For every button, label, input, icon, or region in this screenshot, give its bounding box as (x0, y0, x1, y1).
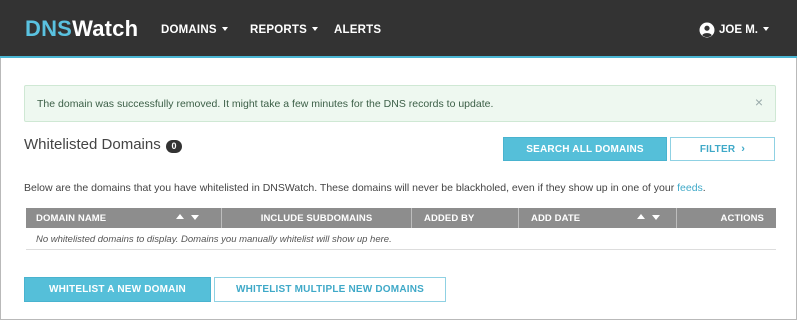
column-include-subdomains: INCLUDE SUBDOMAINS (222, 208, 412, 228)
sort-descending-icon[interactable] (191, 215, 199, 220)
sort-descending-icon[interactable] (652, 215, 660, 220)
user-circle-icon (699, 22, 715, 38)
feeds-link[interactable]: feeds (677, 182, 703, 194)
sort-icons (637, 214, 660, 220)
nav-domains[interactable]: DOMAINS (161, 24, 228, 36)
user-menu-underline (695, 56, 779, 58)
column-actions-label: ACTIONS (720, 212, 764, 224)
nav-reports-label: REPORTS (250, 24, 307, 36)
column-add-date[interactable]: ADD DATE (519, 208, 677, 228)
table-empty-row: No whitelisted domains to display. Domai… (26, 228, 776, 250)
column-add-date-label: ADD DATE (531, 212, 581, 224)
close-icon[interactable]: × (755, 95, 763, 109)
filter-label: FILTER (699, 143, 736, 155)
nav-alerts-label: ALERTS (334, 24, 382, 36)
alert-message: The domain was successfully removed. It … (37, 98, 494, 110)
column-domain-name[interactable]: DOMAIN NAME (26, 208, 222, 228)
column-actions: ACTIONS (677, 208, 776, 228)
search-all-domains-button[interactable]: SEARCH ALL DOMAINS (503, 137, 667, 161)
description-end: . (702, 182, 706, 194)
chevron-right-icon: › (741, 143, 746, 155)
filter-button[interactable]: FILTER › (670, 137, 775, 161)
user-menu[interactable]: JOE M. (699, 20, 769, 40)
brand-logo-text: Watch (72, 16, 139, 41)
chevron-down-icon (762, 27, 769, 31)
nav-reports[interactable]: REPORTS (250, 24, 318, 36)
nav-domains-label: DOMAINS (161, 24, 217, 36)
column-include-subdomains-label: INCLUDE SUBDOMAINS (260, 212, 373, 224)
brand-logo[interactable]: DNSWatch (25, 16, 138, 42)
whitelist-multiple-domains-label: WHITELIST MULTIPLE NEW DOMAINS (235, 284, 425, 295)
page-title: Whitelisted Domains (24, 136, 161, 153)
column-added-by-label: ADDED BY (424, 212, 475, 224)
column-domain-name-label: DOMAIN NAME (36, 212, 107, 224)
success-alert: The domain was successfully removed. It … (24, 85, 776, 122)
section-description: Below are the domains that you have whit… (24, 182, 706, 194)
sort-ascending-icon[interactable] (637, 214, 645, 219)
nav-alerts[interactable]: ALERTS (334, 24, 381, 36)
chevron-down-icon (221, 26, 228, 31)
empty-table-message: No whitelisted domains to display. Domai… (36, 234, 392, 245)
sort-icons (176, 214, 199, 220)
whitelist-new-domain-button[interactable]: WHITELIST A NEW DOMAIN (24, 277, 211, 302)
chevron-down-icon (312, 26, 318, 31)
search-all-domains-label: SEARCH ALL DOMAINS (526, 143, 644, 155)
user-name: JOE M. (719, 24, 758, 36)
count-badge: 0 (166, 140, 182, 153)
table-header: DOMAIN NAME INCLUDE SUBDOMAINS ADDED BY … (26, 208, 776, 228)
whitelist-multiple-domains-button[interactable]: WHITELIST MULTIPLE NEW DOMAINS (214, 277, 446, 302)
description-text: Below are the domains that you have whit… (24, 182, 678, 194)
brand-logo-accent: DNS (25, 16, 73, 41)
whitelist-new-domain-label: WHITELIST A NEW DOMAIN (49, 284, 186, 295)
top-navigation-bar: DNSWatch DOMAINS REPORTS ALERTS JOE M. (0, 0, 797, 58)
column-added-by: ADDED BY (412, 208, 519, 228)
sort-ascending-icon[interactable] (176, 214, 184, 219)
